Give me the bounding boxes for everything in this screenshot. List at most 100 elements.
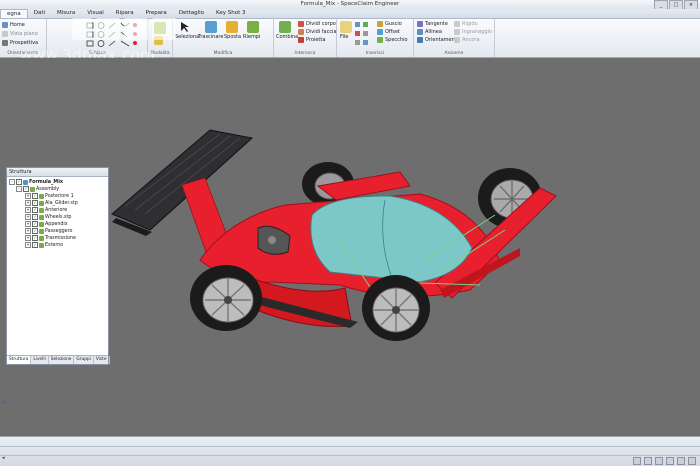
expand-icon[interactable]: + <box>25 207 31 213</box>
tree-item[interactable]: + ✓ Posteriore 1 <box>25 193 74 199</box>
tree-item[interactable]: + ✓ Esterno <box>25 242 63 248</box>
visibility-checkbox[interactable]: ✓ <box>32 193 38 199</box>
tree-item[interactable]: + ✓ Trasmissione <box>25 235 76 241</box>
tab-design[interactable]: egna <box>0 9 28 18</box>
tree-item[interactable]: + ✓ Appendix <box>25 221 68 227</box>
visibility-checkbox[interactable]: ✓ <box>32 207 38 213</box>
move-button[interactable]: Sposta <box>224 34 241 40</box>
tree-item[interactable]: + ✓ Anteriore <box>25 207 67 213</box>
tree-item[interactable]: + ✓ Passeggero <box>25 228 72 234</box>
panel-tabs: Struttura Livelli Selezione Gruppi Viste <box>7 355 110 364</box>
align-icon <box>417 29 423 35</box>
mirror-icon <box>377 37 383 43</box>
visibility-checkbox[interactable]: ✓ <box>32 235 38 241</box>
split-body-button[interactable]: Dividi corpo <box>298 21 336 27</box>
pull-icon[interactable] <box>205 21 217 33</box>
expand-icon[interactable]: + <box>25 214 31 220</box>
tab-data[interactable]: Dati <box>28 9 51 18</box>
pull-button[interactable]: Trascinare <box>198 34 223 40</box>
gear-icon <box>454 29 460 35</box>
split-face-button[interactable]: Dividi faccia <box>298 29 337 35</box>
rigid-button[interactable]: Rigido <box>454 21 478 27</box>
component-icon <box>39 228 44 234</box>
expand-icon[interactable]: + <box>25 193 31 199</box>
visibility-checkbox[interactable]: ✓ <box>32 214 38 220</box>
tab-views[interactable]: Viste <box>94 356 110 364</box>
file-button[interactable]: File <box>340 34 348 40</box>
tangent-icon <box>417 21 423 27</box>
expand-icon[interactable]: + <box>25 221 31 227</box>
offset-icon <box>377 29 383 35</box>
fill-icon[interactable] <box>247 21 259 33</box>
visibility-checkbox[interactable]: ✓ <box>32 228 38 234</box>
tree-item[interactable]: + ✓ Wheels.stp <box>25 214 71 220</box>
move-icon[interactable] <box>226 21 238 33</box>
expand-icon[interactable]: + <box>25 228 31 234</box>
visibility-checkbox[interactable]: ✓ <box>16 179 22 185</box>
file-icon[interactable] <box>340 21 352 33</box>
visibility-checkbox[interactable]: ✓ <box>23 186 29 192</box>
snap-icon[interactable] <box>633 457 641 465</box>
align-button[interactable]: Allinea <box>417 29 442 35</box>
group-label: Assieme <box>444 51 464 56</box>
tangent-button[interactable]: Tangente <box>417 21 448 27</box>
split-body-icon <box>298 21 304 27</box>
visibility-checkbox[interactable]: ✓ <box>32 200 38 206</box>
expand-icon[interactable]: + <box>25 235 31 241</box>
tree-item-assembly[interactable]: - ✓ Assembly <box>16 186 59 192</box>
combine-icon[interactable] <box>279 21 291 33</box>
tab-structure[interactable]: Struttura <box>7 356 32 364</box>
settings-icon[interactable] <box>688 457 696 465</box>
select-mode-icon[interactable] <box>644 457 652 465</box>
fill-button[interactable]: Riempi <box>243 34 260 40</box>
visibility-checkbox[interactable]: ✓ <box>32 242 38 248</box>
anchor-button[interactable]: Ancora <box>454 37 480 43</box>
expand-icon[interactable]: + <box>25 200 31 206</box>
collapse-icon[interactable]: - <box>9 179 15 185</box>
component-icon <box>39 235 44 241</box>
tree-item[interactable]: + ✓ Ala_Glider.stp <box>25 200 78 206</box>
component-icon <box>39 200 44 206</box>
home-icon <box>2 22 8 28</box>
collapse-icon[interactable]: - <box>16 186 22 192</box>
grid-icon[interactable] <box>655 457 663 465</box>
project-icon <box>298 37 304 43</box>
group-assembly: Tangente Allinea Orientamento Rigido Ing… <box>414 19 495 57</box>
shell-icon <box>377 21 383 27</box>
tab-layers[interactable]: Livelli <box>31 356 49 364</box>
gear-button[interactable]: Ingranaggio <box>454 29 492 35</box>
window-title: Formula_Mix - SpaceClaim Engineer <box>300 1 400 7</box>
divider <box>0 446 700 447</box>
group-label: Interseca <box>294 51 316 56</box>
watermark-logo <box>72 18 176 40</box>
group-intersect: Combina Dividi corpo Dividi faccia Proie… <box>274 19 337 57</box>
project-button[interactable]: Proietta <box>298 37 325 43</box>
expand-icon[interactable]: + <box>25 242 31 248</box>
insert-tools-icon[interactable] <box>355 22 375 48</box>
assembly-icon <box>23 179 28 185</box>
visibility-checkbox[interactable]: ✓ <box>32 221 38 227</box>
tab-groups[interactable]: Gruppi <box>74 356 94 364</box>
tree-root[interactable]: - ✓ Formula_Mix <box>9 179 63 185</box>
status-bar: ◂ <box>0 436 700 466</box>
shell-button[interactable]: Guscio <box>377 21 402 27</box>
component-icon <box>30 186 35 192</box>
group-edit: Seleziona Trascinare Sposta Riempi Modif… <box>173 19 274 57</box>
structure-panel: Struttura - ✓ Formula_Mix - ✓ Assembly +… <box>6 167 110 365</box>
group-insert: File Guscio Offset Specchio Inserisci <box>337 19 414 57</box>
select-icon[interactable] <box>179 21 191 33</box>
tab-keyshot[interactable]: Key Shot 3 <box>210 9 251 18</box>
component-icon <box>39 214 44 220</box>
tab-selection[interactable]: Selezione <box>49 356 75 364</box>
component-icon <box>39 221 44 227</box>
combine-button[interactable]: Combina <box>276 34 298 40</box>
view-icon[interactable] <box>666 457 674 465</box>
mirror-button[interactable]: Specchio <box>377 37 408 43</box>
rear-left-wheel <box>190 265 262 331</box>
filter-icon[interactable] <box>677 457 685 465</box>
status-arrow-icon[interactable]: ◂ <box>2 455 5 461</box>
offset-button[interactable]: Offset <box>377 29 400 35</box>
front-left-wheel <box>362 275 430 341</box>
plan-view-button[interactable]: Vista piano <box>2 31 38 37</box>
home-button[interactable]: Home <box>2 22 25 28</box>
